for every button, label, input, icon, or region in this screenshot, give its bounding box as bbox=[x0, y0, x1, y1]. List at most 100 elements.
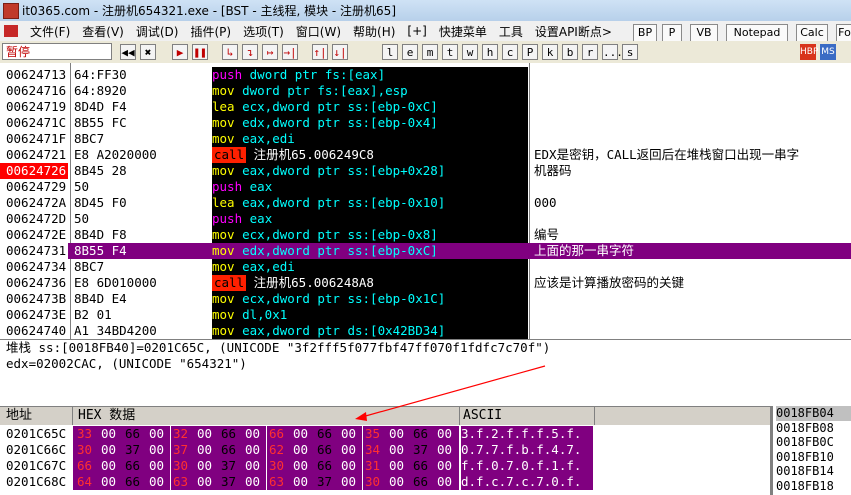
disasm-row[interactable]: 00624731 8B55 F4 mov edx,dword ptr ss:[ebp… bbox=[0, 243, 851, 259]
dump-pane[interactable]: 0201C65C 33 00 66 00 32 00 66 00 66 00 66 00 35 00 66 00… bbox=[0, 425, 770, 495]
disassembly-pane[interactable]: 00624713 64:FF30 push dword ptr fs:[eax] 00… bbox=[0, 63, 851, 340]
menu-window[interactable]: 窗口(W) bbox=[290, 23, 347, 40]
stack-row[interactable]: 0018FB08 bbox=[776, 421, 851, 436]
menu-shortcuts[interactable]: 快捷菜单 bbox=[433, 23, 493, 40]
dump-row[interactable]: 0201C66C 30 00 37 00 37 00 66 00 62 00 66 00 34 00 37 00… bbox=[0, 442, 770, 458]
disasm-instruction: lea ecx,dword ptr ss:[ebp-0xC] bbox=[212, 99, 528, 115]
disasm-operand: ecx,dword ptr ss:[ebp-0x1C] bbox=[242, 291, 446, 306]
disasm-row[interactable]: 00624740 A1 34BD4200 mov eax,dword ptr ds:… bbox=[0, 323, 851, 339]
info-line-edx: edx=02002CAC, (UNICODE "654321") bbox=[6, 356, 247, 371]
source-window-button[interactable]: s bbox=[622, 44, 638, 60]
cpu-window-button[interactable]: c bbox=[502, 44, 518, 60]
dump-byte: 66 bbox=[413, 458, 429, 473]
modules-window-button[interactable]: e bbox=[402, 44, 418, 60]
run-trace-button[interactable]: ... bbox=[602, 44, 623, 60]
references-window-button[interactable]: r bbox=[582, 44, 598, 60]
pause-icon[interactable]: ❚❚ bbox=[192, 44, 208, 60]
restart-icon[interactable]: ◀◀ bbox=[120, 44, 136, 60]
disasm-operand: 注册机65.006249C8 bbox=[253, 147, 374, 162]
system-menu-icon[interactable] bbox=[4, 25, 18, 37]
disasm-row[interactable]: 00624729 50 push eax bbox=[0, 179, 851, 195]
trace-over-icon[interactable]: →| bbox=[282, 44, 298, 60]
execute-till-return-icon[interactable]: ↑| bbox=[312, 44, 328, 60]
disasm-row[interactable]: 0062471C 8B55 FC mov edx,dword ptr ss:[ebp… bbox=[0, 115, 851, 131]
goto-icon[interactable]: ↓| bbox=[332, 44, 348, 60]
dump-byte: 00 bbox=[245, 426, 261, 441]
disasm-row[interactable]: 00624736 E8 6D010000 call 注册机65.006248A8 应该… bbox=[0, 275, 851, 291]
hbp-icon[interactable]: HBP bbox=[800, 44, 818, 60]
disasm-row[interactable]: 00624713 64:FF30 push dword ptr fs:[eax] bbox=[0, 67, 851, 83]
dump-addr-header[interactable]: 地址 bbox=[6, 407, 32, 425]
stack-row[interactable]: 0018FB14 bbox=[776, 464, 851, 479]
step-over-icon[interactable]: ↴ bbox=[242, 44, 258, 60]
stack-row[interactable]: 0018FB0C bbox=[776, 435, 851, 450]
plugin-vb-button[interactable]: VB bbox=[690, 24, 718, 42]
handles-window-button[interactable]: h bbox=[482, 44, 498, 60]
log-window-button[interactable]: l bbox=[382, 44, 398, 60]
menu-view[interactable]: 查看(V) bbox=[76, 23, 130, 40]
dump-bytes: 66 00 66 00 30 00 37 00 30 00 66 00 31 00 66 00 bbox=[73, 458, 459, 474]
stack-row[interactable]: 0018FB10 bbox=[776, 450, 851, 465]
menu-debug[interactable]: 调试(D) bbox=[130, 23, 185, 40]
menu-api-breakpoint[interactable]: 设置API断点> bbox=[529, 23, 618, 40]
menu-tools[interactable]: 工具 bbox=[493, 23, 529, 40]
dump-group-divider bbox=[362, 474, 363, 490]
dump-byte: 32 bbox=[173, 426, 189, 441]
disasm-row[interactable]: 0062471F 8BC7 mov eax,edi bbox=[0, 131, 851, 147]
disasm-row[interactable]: 00624726 8B45 28 mov eax,dword ptr ss:[ebp… bbox=[0, 163, 851, 179]
dump-byte: 00 bbox=[437, 474, 453, 489]
plugin-calc-button[interactable]: Calc bbox=[796, 24, 828, 42]
disasm-row[interactable]: 00624721 E8 A2020000 call 注册机65.006249C8 ED… bbox=[0, 147, 851, 163]
breakpoints-window-button[interactable]: b bbox=[562, 44, 578, 60]
disasm-row[interactable]: 0062473E B2 01 mov dl,0x1 bbox=[0, 307, 851, 323]
stack-row[interactable]: 0018FB18 bbox=[776, 479, 851, 494]
ms-icon[interactable]: MS bbox=[820, 44, 836, 60]
close-icon[interactable]: ✖ bbox=[140, 44, 156, 60]
stack-pane[interactable]: 0018FB04 0018FB08 0018FB0C 0018FB10 0018FB14… bbox=[770, 406, 851, 495]
dump-row[interactable]: 0201C67C 66 00 66 00 30 00 37 00 30 00 66 00 31 00 66 00… bbox=[0, 458, 770, 474]
disasm-operand: eax,edi bbox=[242, 131, 295, 146]
disasm-address: 0062471C bbox=[6, 115, 67, 130]
threads-window-button[interactable]: t bbox=[442, 44, 458, 60]
dump-ascii-header[interactable]: ASCII bbox=[463, 407, 502, 425]
dump-row[interactable]: 0201C65C 33 00 66 00 32 00 66 00 66 00 66 00 35 00 66 00… bbox=[0, 426, 770, 442]
disasm-operand: 注册机65.006248A8 bbox=[253, 275, 374, 290]
dump-byte: 37 bbox=[173, 442, 189, 457]
disasm-address: 00624716 bbox=[6, 83, 67, 98]
memory-window-button[interactable]: m bbox=[422, 44, 438, 60]
disasm-row[interactable]: 0062472A 8D45 F0 lea eax,dword ptr ss:[ebp… bbox=[0, 195, 851, 211]
run-icon[interactable]: ▶ bbox=[172, 44, 188, 60]
callstack-window-button[interactable]: k bbox=[542, 44, 558, 60]
menu-plugins[interactable]: 插件(P) bbox=[184, 23, 237, 40]
plugin-p-button[interactable]: P bbox=[662, 24, 682, 42]
dump-group-divider bbox=[170, 474, 171, 490]
stack-row[interactable]: 0018FB04 bbox=[776, 406, 851, 421]
menu-expand[interactable]: [+] bbox=[401, 24, 432, 38]
dump-bytes: 33 00 66 00 32 00 66 00 66 00 66 00 35 00 66 00 bbox=[73, 426, 459, 442]
dump-byte: 30 bbox=[365, 474, 381, 489]
plugin-bp-button[interactable]: BP bbox=[633, 24, 657, 42]
step-into-icon[interactable]: ↳ bbox=[222, 44, 238, 60]
dump-byte: 66 bbox=[269, 426, 285, 441]
plugin-notepad-button[interactable]: Notepad bbox=[726, 24, 788, 42]
disasm-row[interactable]: 0062473B 8B4D E4 mov ecx,dword ptr ss:[ebp… bbox=[0, 291, 851, 307]
windows-window-button[interactable]: w bbox=[462, 44, 478, 60]
disasm-row[interactable]: 0062472D 50 push eax bbox=[0, 211, 851, 227]
disasm-row[interactable]: 00624719 8D4D F4 lea ecx,dword ptr ss:[ebp… bbox=[0, 99, 851, 115]
dump-byte: 00 bbox=[293, 458, 309, 473]
menu-options[interactable]: 选项(T) bbox=[237, 23, 290, 40]
menu-help[interactable]: 帮助(H) bbox=[347, 23, 401, 40]
disasm-row[interactable]: 00624734 8BC7 mov eax,edi bbox=[0, 259, 851, 275]
trace-into-icon[interactable]: ↦ bbox=[262, 44, 278, 60]
patches-window-button[interactable]: P bbox=[522, 44, 538, 60]
dump-group-divider bbox=[170, 458, 171, 474]
dump-address: 0201C65C bbox=[6, 426, 67, 441]
dump-byte: 00 bbox=[197, 442, 213, 457]
menu-file[interactable]: 文件(F) bbox=[24, 23, 76, 40]
disasm-row[interactable]: 0062472E 8B4D F8 mov ecx,dword ptr ss:[ebp… bbox=[0, 227, 851, 243]
dump-row[interactable]: 0201C68C 64 00 66 00 63 00 37 00 63 00 37 00 30 00 66 00… bbox=[0, 474, 770, 490]
plugin-fo-button[interactable]: Fo bbox=[836, 24, 851, 42]
disasm-row[interactable]: 00624716 64:8920 mov dword ptr fs:[eax],es… bbox=[0, 83, 851, 99]
dump-hex-header[interactable]: HEX 数据 bbox=[78, 407, 135, 425]
info-line-stack: 堆栈 ss:[0018FB40]=0201C65C, (UNICODE "3f2… bbox=[6, 340, 551, 355]
